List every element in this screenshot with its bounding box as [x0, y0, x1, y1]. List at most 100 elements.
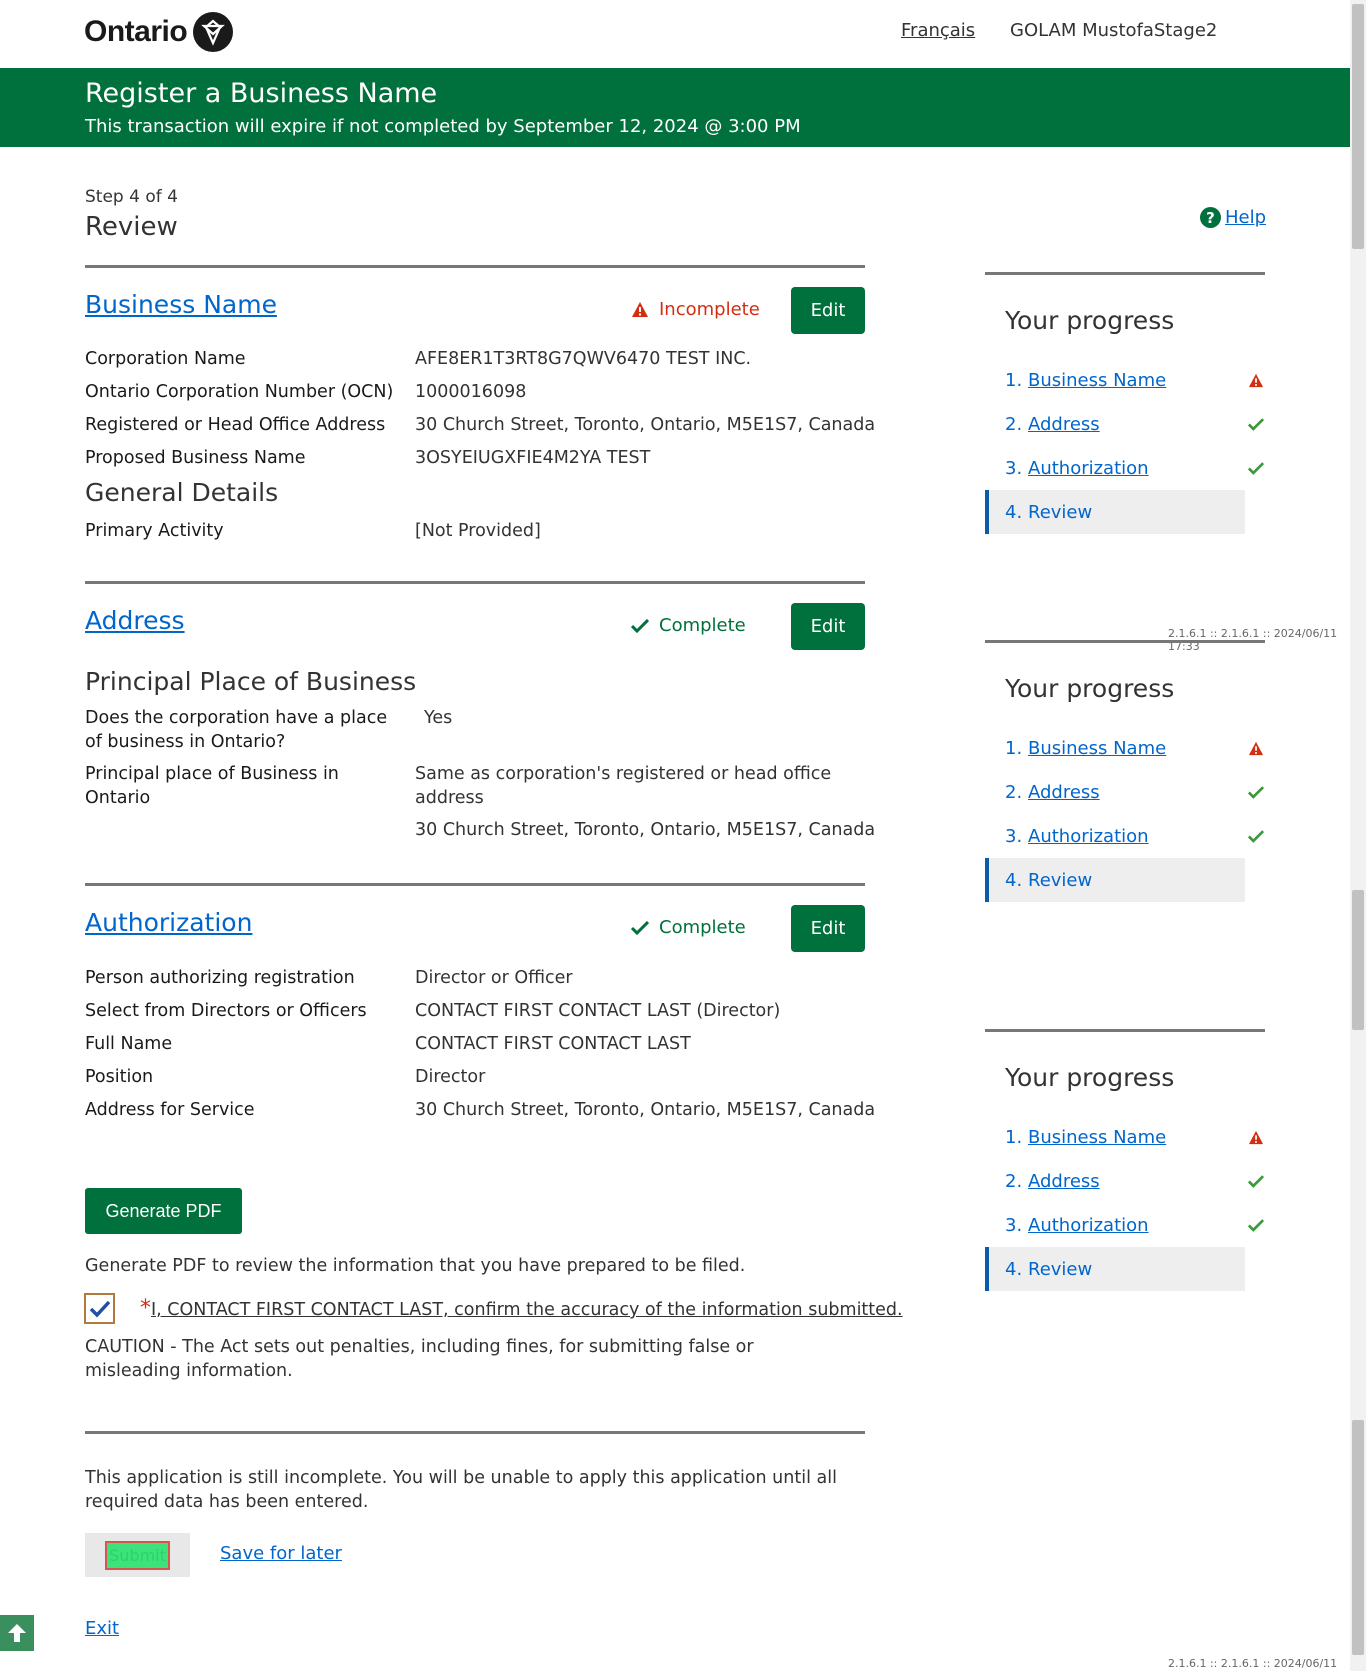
- help-link-wrap[interactable]: ? Help: [1200, 207, 1266, 228]
- progress-item-link[interactable]: Address: [1028, 414, 1100, 435]
- progress-item-link[interactable]: Authorization: [1028, 1215, 1149, 1236]
- field-label: Principal place of Business in Ontario: [85, 764, 339, 808]
- section-title-authorization[interactable]: Authorization: [85, 908, 252, 937]
- save-for-later-link[interactable]: Save for later: [220, 1543, 342, 1564]
- field-label: Proposed Business Name: [85, 448, 306, 468]
- progress-item-link[interactable]: Authorization: [1028, 826, 1149, 847]
- field-value: 3OSYEIUGXFIE4M2YA TEST: [415, 448, 651, 468]
- scrollbar-thumb[interactable]: [1352, 4, 1364, 249]
- language-toggle-link[interactable]: Français: [901, 20, 975, 41]
- progress-panel: Your progress 1. Business Name 2. Addres…: [985, 1029, 1265, 1291]
- checkmark-icon: [1248, 461, 1264, 475]
- ontario-logo[interactable]: Ontario: [84, 12, 234, 52]
- checkmark-icon: [1248, 1174, 1264, 1188]
- warning-triangle-icon: [1248, 1130, 1264, 1145]
- progress-item-link[interactable]: Address: [1028, 1171, 1100, 1192]
- submit-button[interactable]: Submit: [105, 1540, 170, 1570]
- progress-item-number: 3.: [1005, 457, 1023, 479]
- progress-item-number: 1.: [1005, 737, 1023, 759]
- field-value: Director or Officer: [415, 968, 573, 988]
- exit-link[interactable]: Exit: [85, 1618, 119, 1639]
- field-label: Registered or Head Office Address: [85, 415, 386, 435]
- progress-item-current: Review: [1028, 869, 1093, 891]
- trillium-logo-icon: [193, 12, 234, 52]
- progress-item-review: 4. Review: [985, 1247, 1245, 1291]
- progress-item-business-name[interactable]: 1. Business Name: [985, 1115, 1264, 1159]
- progress-item-number: 2.: [1005, 1170, 1023, 1192]
- progress-item-address[interactable]: 2. Address: [985, 402, 1264, 446]
- progress-item-number: 1.: [1005, 369, 1023, 391]
- generate-pdf-button[interactable]: Generate PDF: [85, 1188, 242, 1234]
- general-details-heading: General Details: [85, 478, 279, 507]
- field-value: CONTACT FIRST CONTACT LAST: [415, 1034, 691, 1054]
- progress-title: Your progress: [1005, 674, 1175, 703]
- warning-triangle-icon: [1248, 373, 1264, 388]
- checkmark-icon: [1248, 417, 1264, 431]
- progress-item-number: 2.: [1005, 413, 1023, 435]
- edit-address-button[interactable]: Edit: [791, 603, 865, 650]
- arrow-up-icon: [8, 1624, 26, 1642]
- progress-item-number: 2.: [1005, 781, 1023, 803]
- field-label: Position: [85, 1067, 154, 1087]
- progress-item-review: 4. Review: [985, 858, 1245, 902]
- field-label: Select from Directors or Officers: [85, 1001, 367, 1021]
- checkmark-icon: [631, 920, 649, 935]
- section-divider: [85, 265, 865, 268]
- progress-item-link[interactable]: Authorization: [1028, 458, 1149, 479]
- progress-item-authorization[interactable]: 3. Authorization: [985, 446, 1264, 490]
- step-indicator: Step 4 of 4: [85, 187, 178, 207]
- progress-panel: Your progress 1. Business Name 2. Addres…: [985, 272, 1265, 534]
- progress-item-authorization[interactable]: 3. Authorization: [985, 1203, 1264, 1247]
- confirm-checkbox[interactable]: [84, 1293, 115, 1324]
- progress-item-authorization[interactable]: 3. Authorization: [985, 814, 1264, 858]
- scrollbar-thumb[interactable]: [1352, 890, 1364, 1030]
- banner-title: Register a Business Name: [85, 78, 438, 109]
- page-title: Review: [85, 212, 178, 242]
- section-title-business-name[interactable]: Business Name: [85, 290, 277, 319]
- back-to-top-button[interactable]: [0, 1615, 34, 1651]
- confirm-label[interactable]: *I, CONTACT FIRST CONTACT LAST, confirm …: [140, 1296, 903, 1321]
- caution-text: CAUTION - The Act sets out penalties, in…: [85, 1337, 754, 1381]
- principal-place-heading: Principal Place of Business: [85, 667, 417, 696]
- field-value: Yes: [424, 708, 453, 728]
- progress-item-address[interactable]: 2. Address: [985, 1159, 1264, 1203]
- edit-business-name-button[interactable]: Edit: [791, 287, 865, 334]
- scrollbar-thumb[interactable]: [1352, 1420, 1364, 1655]
- checkmark-icon: [1248, 829, 1264, 843]
- field-label: Does the corporation have a place of bus…: [85, 708, 388, 752]
- section-divider: [85, 581, 865, 584]
- field-label: Corporation Name: [85, 349, 246, 369]
- section-title-address[interactable]: Address: [85, 606, 185, 635]
- transaction-banner: Register a Business Name This transactio…: [0, 68, 1350, 147]
- progress-item-business-name[interactable]: 1. Business Name: [985, 358, 1264, 402]
- help-link[interactable]: Help: [1225, 207, 1266, 228]
- progress-item-number: 4.: [1005, 1258, 1023, 1280]
- status-text: Incomplete: [659, 299, 760, 320]
- field-value: 1000016098: [415, 382, 527, 402]
- status-badge: Incomplete: [631, 299, 760, 320]
- warning-triangle-icon: [631, 301, 649, 318]
- section-divider: [85, 1431, 865, 1434]
- pdf-note: Generate PDF to review the information t…: [85, 1256, 746, 1276]
- progress-item-number: 4.: [1005, 501, 1023, 523]
- progress-item-link[interactable]: Business Name: [1028, 370, 1166, 391]
- edit-authorization-button[interactable]: Edit: [791, 905, 865, 952]
- progress-item-link[interactable]: Business Name: [1028, 1127, 1166, 1148]
- field-value: 30 Church Street, Toronto, Ontario, M5E1…: [415, 820, 876, 840]
- progress-item-link[interactable]: Address: [1028, 782, 1100, 803]
- progress-item-link[interactable]: Business Name: [1028, 738, 1166, 759]
- question-circle-icon: ?: [1200, 207, 1221, 228]
- progress-panel: Your progress 1. Business Name 2. Addres…: [985, 640, 1265, 902]
- banner-expiry-text: This transaction will expire if not comp…: [85, 116, 801, 137]
- progress-title: Your progress: [1005, 1063, 1175, 1092]
- confirm-text: I, CONTACT FIRST CONTACT LAST, confirm t…: [151, 1300, 903, 1320]
- progress-item-number: 4.: [1005, 869, 1023, 891]
- field-value: 30 Church Street, Toronto, Ontario, M5E1…: [415, 415, 876, 435]
- field-label: Ontario Corporation Number (OCN): [85, 382, 394, 402]
- field-label: Primary Activity: [85, 521, 224, 541]
- incomplete-warning: This application is still incomplete. Yo…: [85, 1468, 837, 1512]
- progress-item-address[interactable]: 2. Address: [985, 770, 1264, 814]
- section-divider: [85, 883, 865, 886]
- progress-item-business-name[interactable]: 1. Business Name: [985, 726, 1264, 770]
- user-name: GOLAM MustofaStage2: [1010, 20, 1218, 41]
